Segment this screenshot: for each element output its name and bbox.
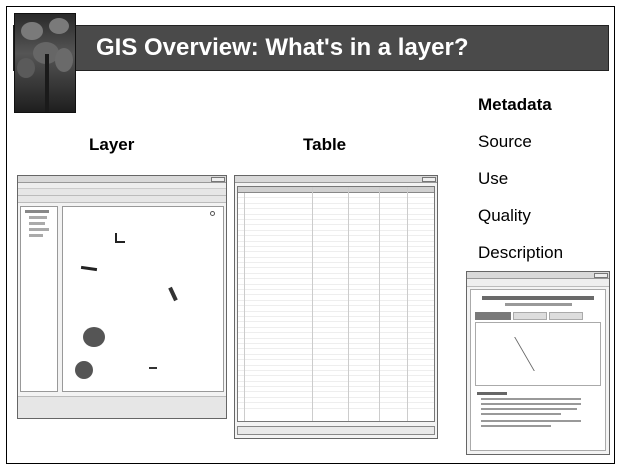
metadata-item-use: Use (478, 169, 509, 188)
title-bar: GIS Overview: What's in a layer? (13, 25, 609, 71)
metadata-heading: Metadata (478, 95, 552, 114)
slide-title: GIS Overview: What's in a layer? (96, 34, 469, 61)
attribute-table (237, 186, 435, 422)
slide: GIS Overview: What's in a layer? Layer T… (6, 6, 615, 464)
metadata-item-description: Description (478, 243, 564, 262)
tree-photo (14, 13, 76, 113)
layer-window-screenshot (17, 175, 227, 419)
metadata-window-screenshot (466, 271, 610, 455)
map-canvas (62, 206, 224, 392)
layer-heading: Layer (89, 135, 135, 154)
table-of-contents-panel (20, 206, 58, 392)
metadata-document (470, 289, 606, 451)
metadata-item-quality: Quality (478, 206, 531, 225)
table-heading: Table (303, 135, 347, 154)
attribute-table-screenshot (234, 175, 438, 439)
metadata-item-source: Source (478, 132, 532, 151)
